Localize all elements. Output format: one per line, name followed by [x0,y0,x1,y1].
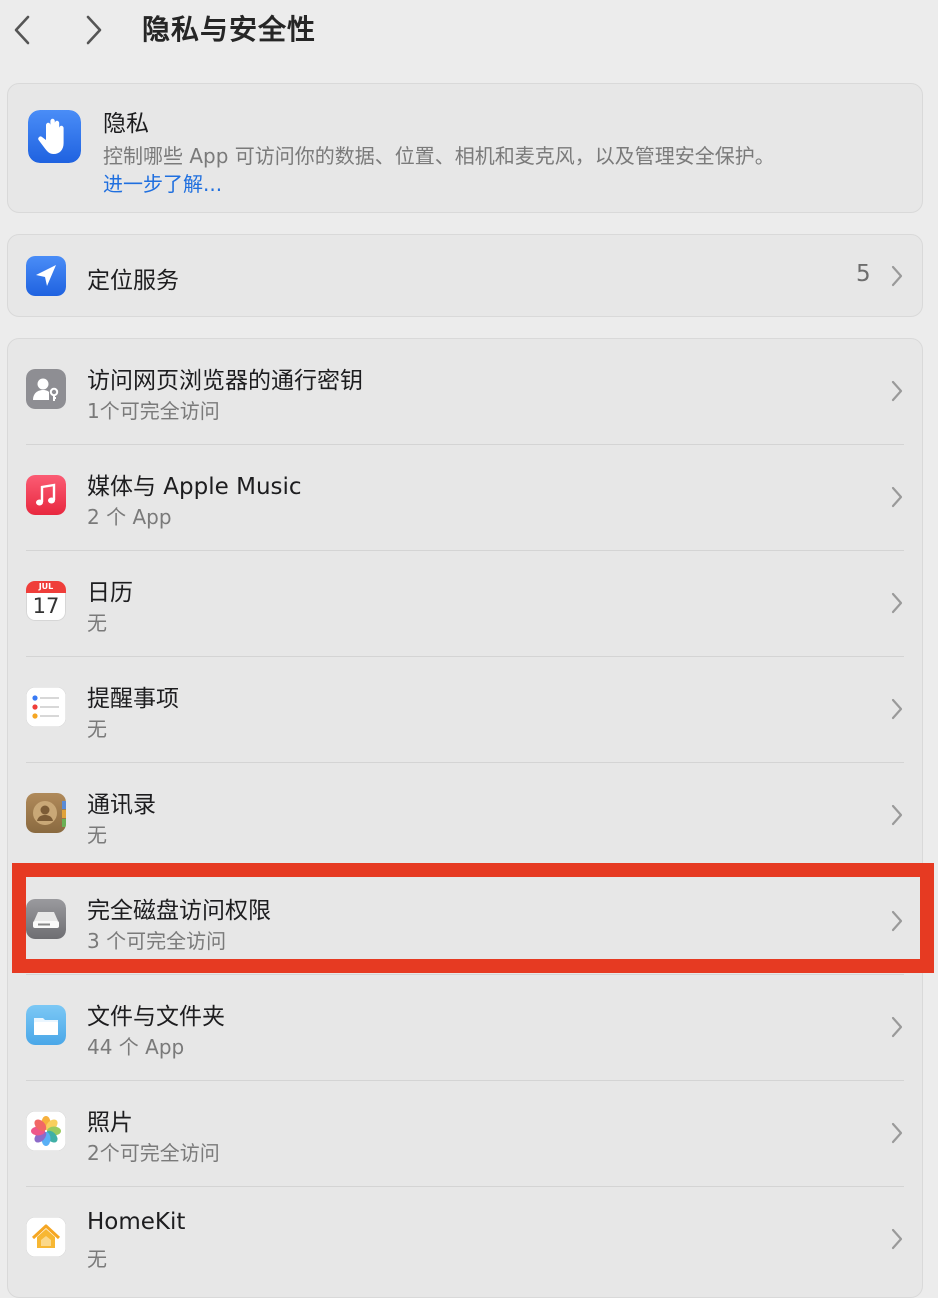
calendar-day: 17 [32,594,60,618]
list-item-title: 通讯录 [87,792,156,818]
list-item-title: HomeKit [87,1209,186,1235]
page-title: 隐私与安全性 [142,13,317,46]
calendar-icon: JUL 17 [26,581,66,621]
list-item-subtitle: 44 个 App [87,1035,185,1059]
chevron-left-icon [14,15,30,45]
list-item-subtitle: 无 [87,611,107,635]
chevron-right-icon [891,910,903,932]
chevron-right-icon [891,804,903,826]
disk-icon [26,899,66,939]
list-item-subtitle: 2 个 App [87,505,172,529]
list-item-media-music[interactable]: 媒体与 Apple Music 2 个 App [8,445,922,551]
list-item-title: 照片 [87,1110,133,1136]
list-item-title: 媒体与 Apple Music [87,474,302,500]
privacy-description: 控制哪些 App 可访问你的数据、位置、相机和麦克风，以及管理安全保护。 [103,144,775,168]
list-item-files-folders[interactable]: 文件与文件夹 44 个 App [8,975,922,1081]
list-item-subtitle: 无 [87,1247,107,1271]
contacts-icon [26,793,66,833]
location-services-label: 定位服务 [87,268,179,294]
toolbar: 隐私与安全性 [0,0,938,62]
list-item-subtitle: 2个可完全访问 [87,1141,220,1165]
location-count: 5 [856,261,871,287]
hand-raised-icon [28,110,81,163]
chevron-right-icon [891,592,903,614]
list-item-subtitle: 无 [87,717,107,741]
back-button[interactable] [2,10,42,50]
list-item-photos[interactable]: 照片 2个可完全访问 [8,1081,922,1187]
chevron-right-icon [891,265,903,287]
chevron-right-icon [891,1016,903,1038]
list-item-homekit[interactable]: HomeKit 无 [8,1187,922,1293]
list-item-reminders[interactable]: 提醒事项 无 [8,657,922,763]
list-item-subtitle: 3 个可完全访问 [87,929,227,953]
calendar-month: JUL [26,581,66,593]
chevron-right-icon [891,380,903,402]
list-item-title: 提醒事项 [87,686,179,712]
list-item-contacts[interactable]: 通讯录 无 [8,763,922,869]
music-icon [26,475,66,515]
chevron-right-icon [891,1228,903,1250]
folder-icon [26,1005,66,1045]
list-item-subtitle: 无 [87,823,107,847]
location-arrow-icon [26,256,66,296]
privacy-settings-list: 访问网页浏览器的通行密钥 1个可完全访问 媒体与 Apple Music 2 个… [7,338,923,1298]
chevron-right-icon [891,698,903,720]
list-item-subtitle: 1个可完全访问 [87,399,220,423]
learn-more-link[interactable]: 进一步了解... [103,168,222,197]
chevron-right-icon [891,486,903,508]
location-services-row[interactable]: 定位服务 5 [7,234,923,317]
chevron-right-icon [891,1122,903,1144]
list-item-full-disk-access[interactable]: 完全磁盘访问权限 3 个可完全访问 [8,869,922,975]
privacy-card: 隐私 控制哪些 App 可访问你的数据、位置、相机和麦克风，以及管理安全保护。 … [7,83,923,213]
chevron-right-icon [86,15,102,45]
reminders-icon [26,687,66,727]
list-item-title: 完全磁盘访问权限 [87,898,271,924]
privacy-title: 隐私 [103,111,149,137]
list-item-title: 文件与文件夹 [87,1004,225,1030]
list-item-title: 日历 [87,580,133,606]
photos-icon [26,1111,66,1151]
forward-button[interactable] [74,10,114,50]
passkey-icon [26,369,66,409]
list-item-calendar[interactable]: JUL 17 日历 无 [8,551,922,657]
list-item-title: 访问网页浏览器的通行密钥 [87,368,363,394]
homekit-icon [26,1217,66,1257]
list-item-passkeys[interactable]: 访问网页浏览器的通行密钥 1个可完全访问 [8,339,922,445]
